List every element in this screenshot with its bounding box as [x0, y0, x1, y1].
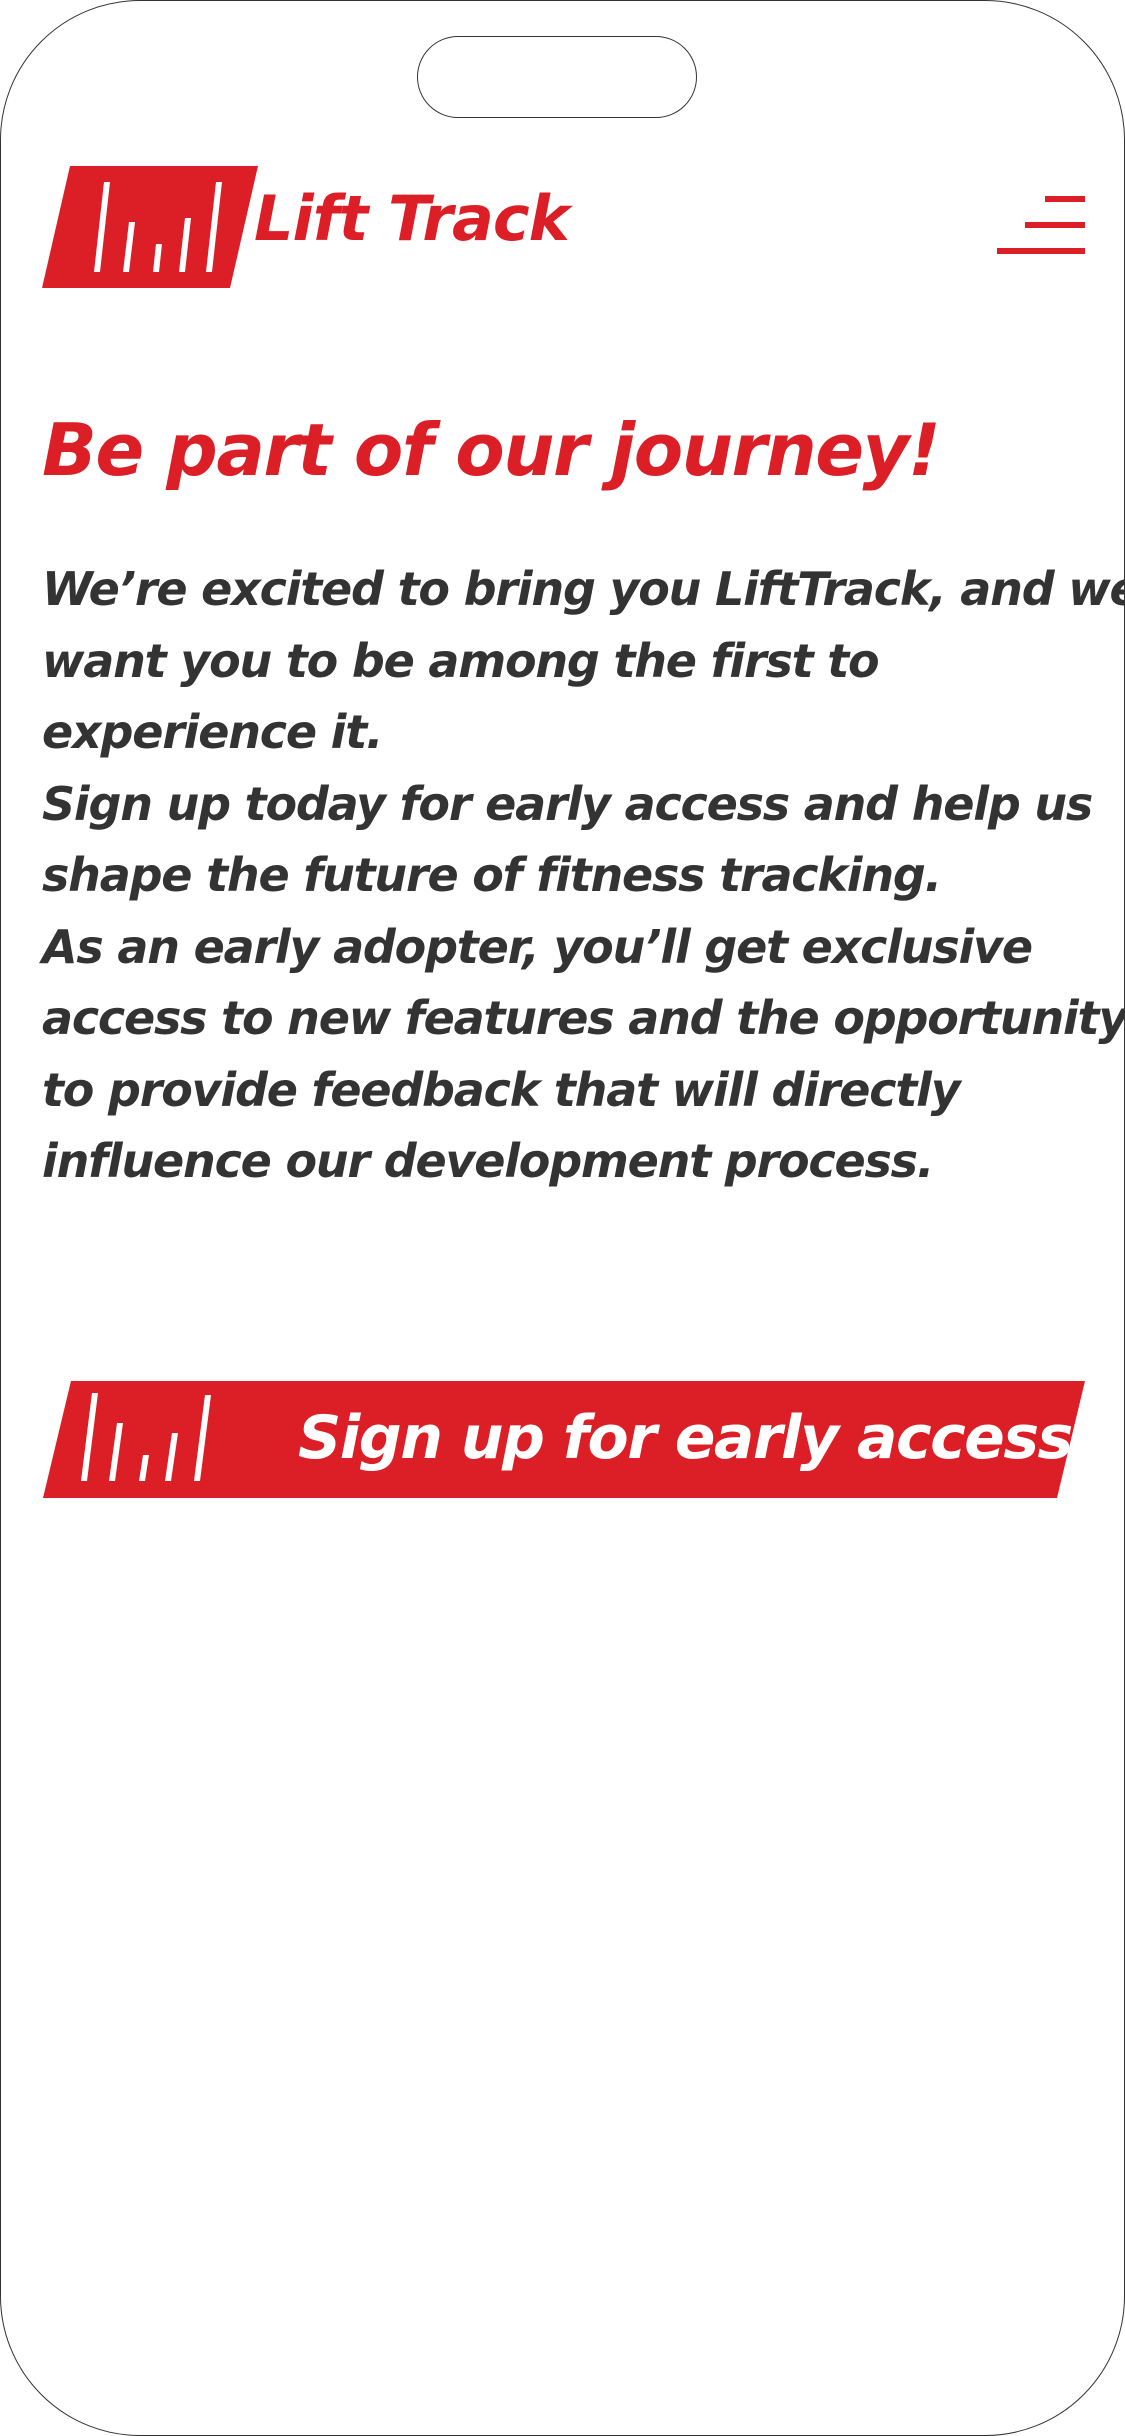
intro-line: shape the future of fitness tracking. — [42, 848, 942, 902]
page-headline: Be part of our journey! — [42, 408, 941, 492]
bar-chart-logo-icon[interactable] — [42, 166, 258, 288]
intro-line: Sign up today for early access and help … — [42, 776, 1093, 831]
bar-chart-icon — [81, 1393, 211, 1481]
early-access-button[interactable]: Sign up for early access — [43, 1381, 1085, 1498]
intro-line: As an early adopter, you’ll get exclusiv… — [42, 919, 1033, 974]
device-notch — [417, 36, 697, 118]
intro-paragraph: We’re excited to bring you LiftTrack, an… — [42, 554, 1125, 1198]
intro-line: experience it. — [42, 705, 384, 759]
brand-name[interactable]: Lift Track — [254, 182, 570, 255]
intro-line: We’re excited to bring you LiftTrack, an… — [42, 562, 1125, 616]
intro-line: influence our development process. — [42, 1134, 934, 1188]
hamburger-menu-icon[interactable] — [997, 196, 1085, 258]
app-header: Lift Track — [42, 166, 1087, 288]
intro-line: to provide feedback that will directly — [42, 1062, 961, 1117]
menu-bar-top — [1045, 196, 1085, 202]
intro-line: access to new features and the opportuni… — [42, 991, 1125, 1045]
phone-frame: Lift Track Be part of our journey! We’re… — [0, 0, 1125, 2436]
menu-bar-middle — [1025, 222, 1085, 228]
intro-line: want you to be among the first to — [42, 633, 880, 688]
menu-bar-bottom — [997, 248, 1085, 254]
cta-label: Sign up for early access — [298, 1403, 1073, 1473]
